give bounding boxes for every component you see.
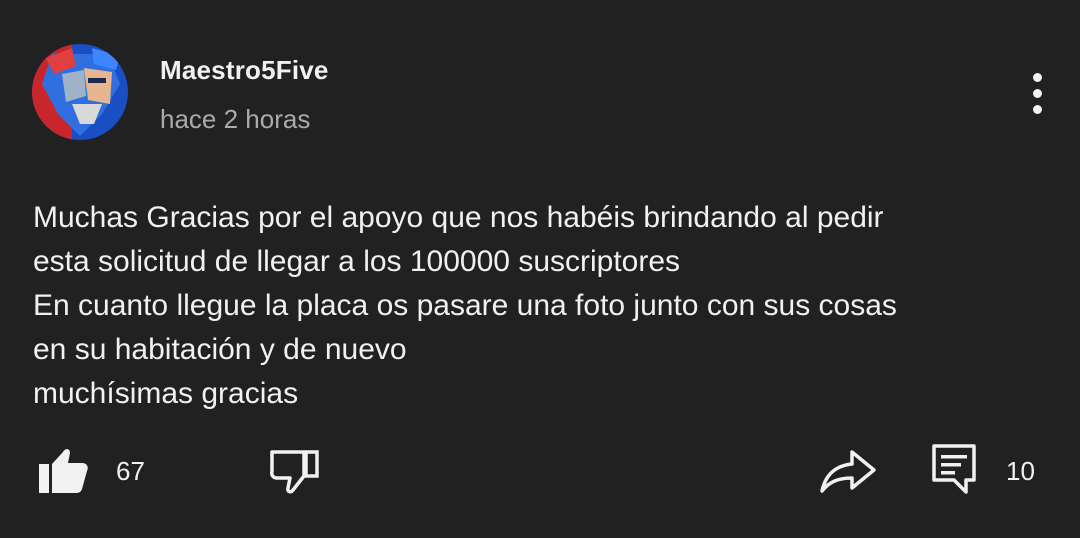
- like-button[interactable]: [32, 444, 92, 498]
- avatar-robot-icon: [32, 44, 128, 140]
- comment-line: en su habitación y de nuevo: [33, 333, 407, 366]
- thumbs-up-icon: [39, 449, 88, 493]
- comment-line: En cuanto llegue la placa os pasare una …: [33, 289, 897, 322]
- comment-line: Muchas Gracias por el apoyo que nos habé…: [33, 201, 884, 234]
- share-icon: [820, 450, 876, 493]
- reply-button[interactable]: [926, 440, 982, 498]
- comment-text: Muchas Gracias por el apoyo que nos habé…: [33, 196, 1043, 416]
- like-count: 67: [116, 456, 145, 486]
- author-name[interactable]: Maestro5Five: [160, 55, 329, 86]
- comment-line: muchísimas gracias: [33, 377, 299, 410]
- comment-timestamp: hace 2 horas: [160, 104, 311, 134]
- comment-icon: [932, 444, 976, 494]
- thumbs-down-icon: [270, 450, 319, 494]
- dislike-button[interactable]: [266, 444, 324, 498]
- share-button[interactable]: [818, 444, 878, 498]
- avatar[interactable]: [32, 44, 128, 140]
- more-options-button[interactable]: [1022, 70, 1054, 116]
- reply-count: 10: [1006, 456, 1035, 486]
- comment-line: esta solicitud de llegar a los 100000 su…: [33, 245, 681, 278]
